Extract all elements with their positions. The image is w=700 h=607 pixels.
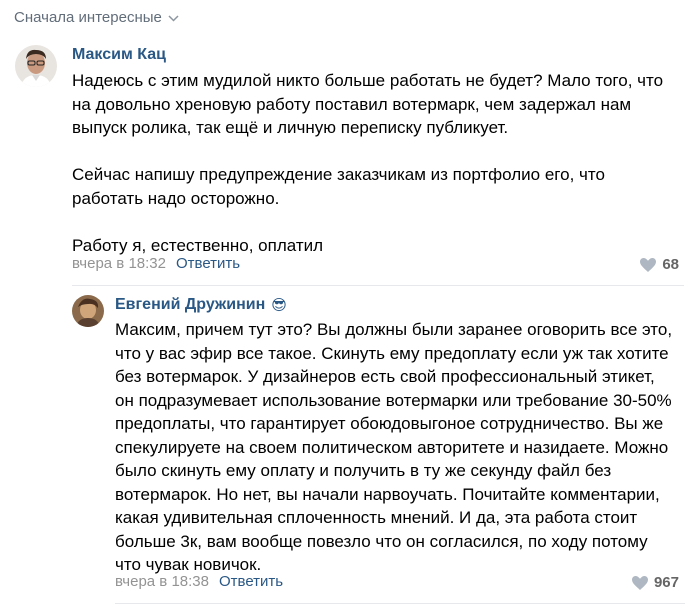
comment-meta: вчера в 18:32 Ответить	[72, 255, 240, 272]
avatar[interactable]	[15, 45, 57, 87]
author-name[interactable]: Евгений Дружинин	[115, 296, 265, 314]
sunglasses-emoji: 😎	[271, 296, 287, 314]
comment-meta: вчера в 18:38 Ответить	[115, 573, 283, 590]
comment-author[interactable]: Евгений Дружинин 😎	[115, 296, 287, 314]
comment-text: Максим, причем тут это? Вы должны были з…	[115, 320, 673, 574]
comment-text: Надеюсь с этим мудилой никто больше рабо…	[72, 71, 664, 255]
comment-time[interactable]: вчера в 18:38	[115, 573, 209, 590]
reply-button[interactable]: Ответить	[219, 573, 283, 590]
comment-time[interactable]: вчера в 18:32	[72, 255, 166, 272]
comment: Евгений Дружинин 😎 Максим, причем тут эт…	[0, 290, 700, 607]
avatar[interactable]	[72, 295, 104, 327]
comment: Максим Кац Надеюсь с этим мудилой никто …	[0, 0, 700, 290]
heart-icon	[631, 575, 648, 590]
like-count: 68	[662, 256, 679, 273]
heart-icon	[640, 257, 657, 272]
like-button[interactable]: 68	[640, 256, 679, 273]
author-name[interactable]: Максим Кац	[72, 46, 166, 64]
comment-author[interactable]: Максим Кац	[72, 46, 166, 64]
divider	[115, 603, 685, 604]
like-count: 967	[653, 574, 679, 591]
reply-button[interactable]: Ответить	[176, 255, 240, 272]
like-button[interactable]: 967	[631, 574, 679, 591]
divider	[72, 285, 684, 286]
